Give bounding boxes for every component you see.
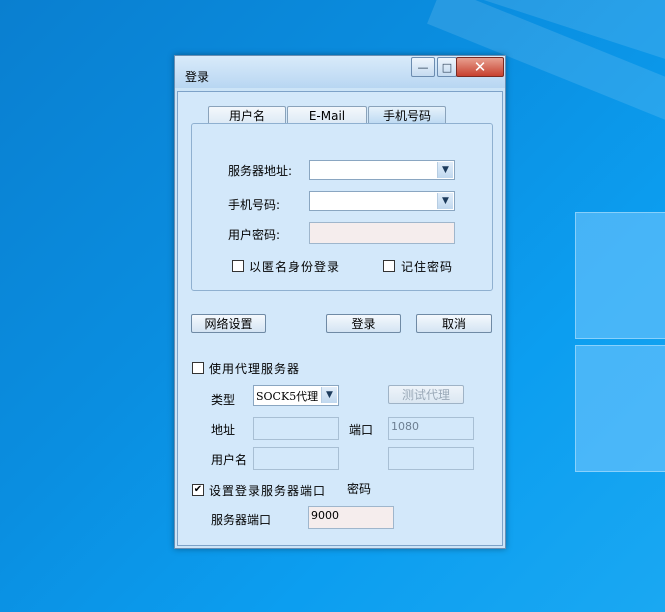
proxy-password-field[interactable] [388, 447, 474, 470]
cancel-button[interactable]: 取消 [416, 314, 492, 333]
chevron-down-icon[interactable]: ▼ [321, 387, 337, 403]
tab-username[interactable]: 用户名 [208, 106, 286, 124]
close-icon: ✕ [473, 58, 487, 76]
phone-number-combo[interactable]: ▼ [309, 191, 455, 211]
login-groupbox: 服务器地址: ▼ 手机号码: ▼ 用户密码: 以匿名身份登录 记住密码 [191, 123, 493, 291]
proxy-port-label: 端口 [349, 423, 374, 437]
proxy-port-field[interactable]: 1080 [388, 417, 474, 440]
chevron-down-icon[interactable]: ▼ [437, 193, 453, 209]
test-proxy-button[interactable]: 测试代理 [388, 385, 464, 404]
tab-email[interactable]: E-Mail [287, 106, 367, 124]
phone-number-label: 手机号码: [228, 198, 281, 212]
user-password-field[interactable] [309, 222, 455, 244]
proxy-address-field[interactable] [253, 417, 339, 440]
tab-label: 手机号码 [382, 109, 431, 123]
maximize-icon: □ [441, 60, 453, 74]
proxy-username-field[interactable] [253, 447, 339, 470]
proxy-type-combo[interactable]: SOCK5代理 ▼ [253, 385, 339, 406]
close-button[interactable]: ✕ [456, 57, 504, 77]
button-label: 登录 [351, 317, 376, 331]
server-address-label: 服务器地址: [228, 164, 293, 178]
button-label: 测试代理 [401, 388, 450, 402]
user-password-label: 用户密码: [228, 228, 281, 242]
dialog-client-area: 用户名 E-Mail 手机号码 服务器地址: ▼ 手机号码: ▼ 用户密码: 以… [177, 91, 503, 546]
use-proxy-label[interactable]: 使用代理服务器 [209, 360, 300, 377]
title-bar[interactable]: 登录 — □ ✕ [175, 56, 505, 88]
maximize-button[interactable]: □ [437, 57, 457, 77]
tab-label: 用户名 [228, 109, 265, 123]
server-address-combo[interactable]: ▼ [309, 160, 455, 180]
window-title: 登录 [185, 70, 210, 84]
set-server-port-checkbox[interactable]: ✔ [192, 484, 204, 496]
tab-label: E-Mail [308, 108, 346, 123]
check-mark-icon: ✔ [193, 484, 203, 495]
proxy-username-label: 用户名 [211, 453, 248, 467]
use-proxy-checkbox[interactable] [192, 362, 204, 374]
combo-value: SOCK5代理 [256, 390, 319, 403]
login-button[interactable]: 登录 [326, 314, 401, 333]
proxy-type-label: 类型 [211, 393, 236, 407]
server-port-field[interactable]: 9000 [308, 506, 394, 529]
server-port-label: 服务器端口 [211, 513, 272, 527]
wallpaper-window-logo-pane [575, 345, 665, 472]
minimize-icon: — [417, 60, 429, 74]
login-dialog: 登录 — □ ✕ 用户名 E-Mail 手机号码 服务器地址: ▼ 手机号码: … [174, 55, 506, 549]
anonymous-login-label[interactable]: 以匿名身份登录 [249, 258, 340, 275]
desktop-background: 登录 — □ ✕ 用户名 E-Mail 手机号码 服务器地址: ▼ 手机号码: … [0, 0, 665, 612]
button-label: 网络设置 [204, 317, 253, 331]
button-label: 取消 [441, 317, 466, 331]
minimize-button[interactable]: — [411, 57, 435, 77]
remember-password-label[interactable]: 记住密码 [401, 258, 453, 275]
network-settings-button[interactable]: 网络设置 [191, 314, 266, 333]
chevron-down-icon[interactable]: ▼ [437, 162, 453, 178]
anonymous-login-checkbox[interactable] [232, 260, 244, 272]
proxy-address-label: 地址 [211, 423, 236, 437]
wallpaper-window-logo-pane [575, 212, 665, 339]
tab-phone[interactable]: 手机号码 [368, 106, 446, 124]
proxy-password-label: 密码 [347, 482, 372, 496]
remember-password-checkbox[interactable] [383, 260, 395, 272]
set-server-port-label[interactable]: 设置登录服务器端口 [209, 482, 326, 499]
